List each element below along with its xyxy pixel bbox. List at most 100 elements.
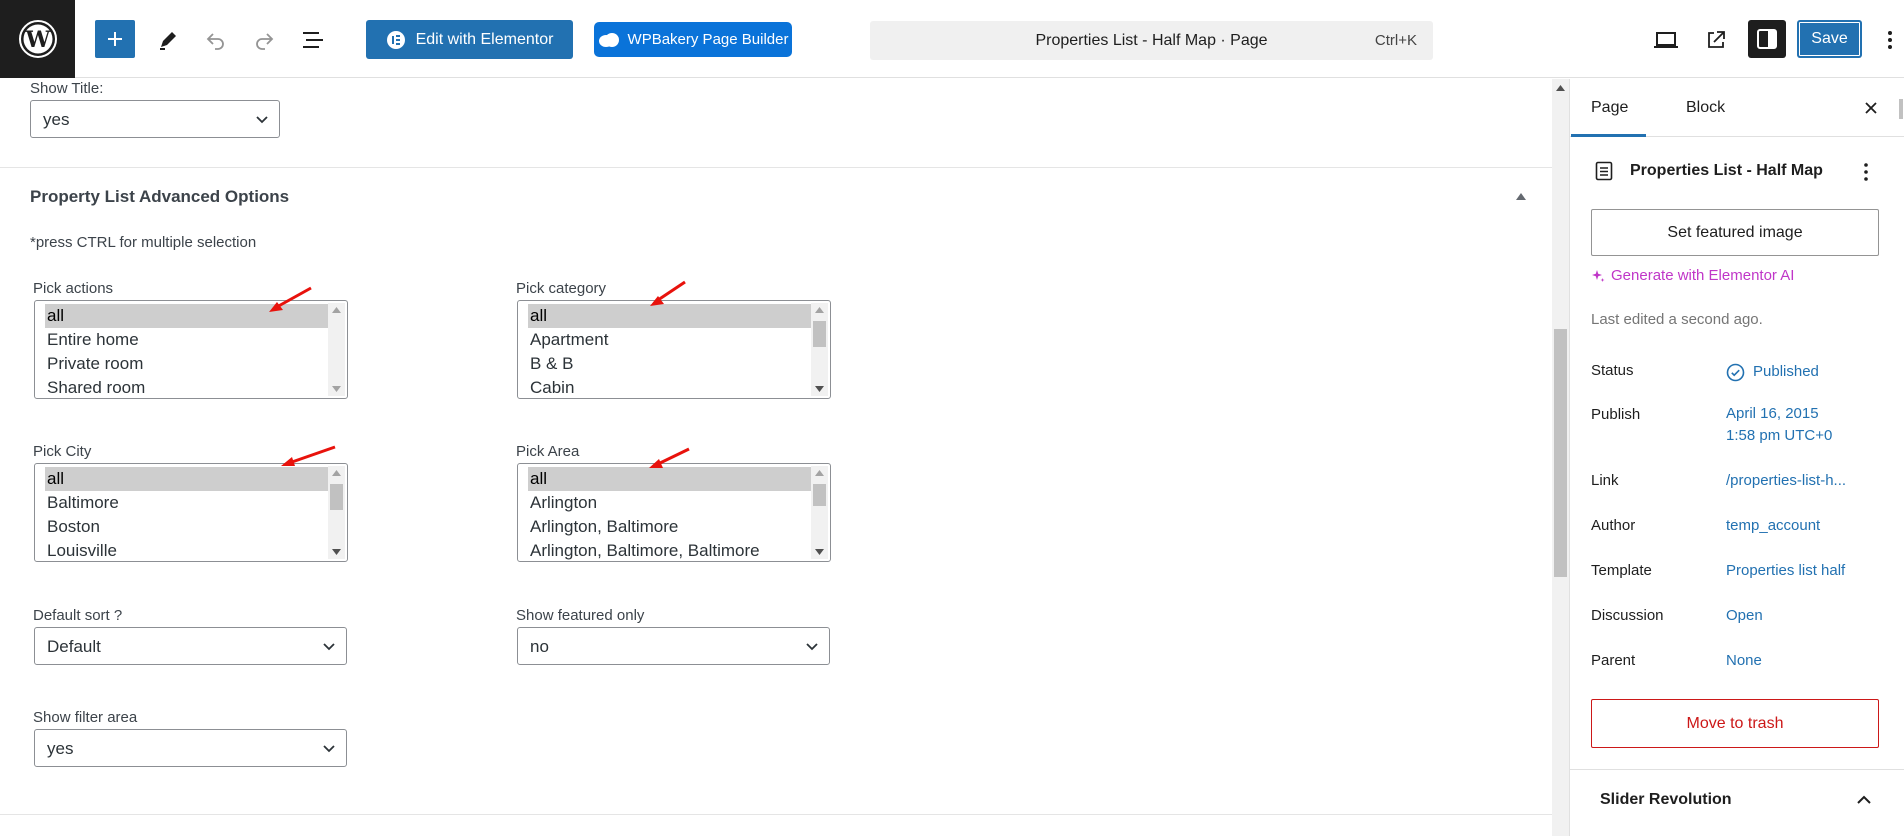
settings-sidebar-toggle[interactable] [1748, 20, 1786, 58]
listbox-option[interactable]: Arlington [528, 491, 814, 515]
parent-value[interactable]: None [1726, 650, 1762, 672]
show-featured-select[interactable]: no [517, 627, 830, 665]
close-sidebar-button[interactable] [1860, 97, 1882, 119]
parent-label: Parent [1591, 652, 1636, 669]
more-vertical-icon [1888, 31, 1892, 49]
listbox-option[interactable]: all [45, 467, 331, 491]
show-filter-select[interactable]: yes [34, 729, 347, 767]
more-vertical-icon[interactable] [1863, 162, 1869, 182]
multi-select-hint: *press CTRL for multiple selection [30, 234, 257, 251]
scroll-thumb[interactable] [330, 484, 343, 510]
chevron-down-icon [323, 745, 335, 753]
pick-area-label: Pick Area [516, 443, 580, 460]
scroll-thumb[interactable] [1554, 329, 1567, 577]
redo-button[interactable] [248, 24, 280, 56]
discussion-value[interactable]: Open [1726, 605, 1763, 627]
wpbakery-page-builder-button[interactable]: WPBakery Page Builder [594, 22, 792, 57]
scroll-down-icon [332, 549, 341, 555]
move-to-trash-button[interactable]: Move to trash [1591, 699, 1879, 748]
red-arrow-annotation [281, 445, 336, 466]
publish-label: Publish [1591, 406, 1641, 423]
canvas-scrollbar[interactable] [1552, 79, 1569, 836]
listbox-option[interactable]: Arlington, Baltimore [528, 515, 814, 539]
show-title-select[interactable]: yes [30, 100, 280, 138]
view-page-button[interactable] [1700, 24, 1732, 56]
slider-revolution-panel[interactable]: Slider Revolution [1570, 769, 1904, 836]
plus-icon [108, 32, 122, 46]
tab-block[interactable]: Block [1686, 99, 1725, 117]
listbox-option[interactable]: Shared room [45, 376, 331, 398]
listbox-option[interactable]: Baltimore [45, 491, 331, 515]
command-palette-bar[interactable]: Properties List - Half Map · Page Ctrl+K [870, 21, 1433, 60]
sidebar-tabs: Page Block [1570, 79, 1904, 137]
listbox-option[interactable]: Entire home [45, 328, 331, 352]
wordpress-icon: W [18, 20, 57, 58]
options-menu-button[interactable] [1880, 24, 1900, 56]
pick-city-listbox[interactable]: all Baltimore Boston Louisville [34, 463, 348, 562]
pick-category-listbox[interactable]: all Apartment B & B Cabin [517, 300, 831, 399]
editor-canvas: Show Title: yes Property List Advanced O… [0, 79, 1552, 836]
sidebar-scrollbar[interactable] [1899, 99, 1903, 119]
document-title: Properties List - Half Map · Page [1035, 32, 1268, 49]
generate-ai-link[interactable]: Generate with Elementor AI [1591, 267, 1794, 284]
undo-button[interactable] [200, 24, 232, 56]
scroll-up-icon [815, 307, 824, 313]
scroll-thumb[interactable] [813, 484, 826, 506]
elementor-icon [386, 30, 405, 49]
link-label: Link [1591, 472, 1619, 489]
tools-button[interactable] [152, 24, 184, 56]
preview-device-button[interactable] [1650, 24, 1682, 56]
tab-page[interactable]: Page [1591, 99, 1628, 117]
pencil-icon [160, 32, 176, 50]
add-block-button[interactable] [95, 20, 135, 58]
default-sort-select[interactable]: Default [34, 627, 347, 665]
save-button[interactable]: Save [1797, 20, 1862, 58]
edit-with-elementor-button[interactable]: Edit with Elementor [366, 20, 573, 59]
pick-city-label: Pick City [33, 443, 92, 460]
red-arrow-annotation [269, 286, 312, 312]
chevron-down-icon [806, 643, 818, 651]
settings-sidebar: Page Block Properties List - Half Map Se… [1569, 79, 1904, 836]
scroll-down-icon [815, 386, 824, 392]
sidebar-icon [1757, 29, 1777, 49]
listbox-option[interactable]: Cabin [528, 376, 814, 398]
page-document-icon [1595, 161, 1613, 181]
show-title-value: yes [43, 110, 70, 129]
template-label: Template [1591, 562, 1652, 579]
collapse-triangle-icon[interactable] [1515, 191, 1527, 201]
publish-date-value[interactable]: April 16, 2015 1:58 pm UTC+0 [1726, 403, 1832, 447]
list-view-icon [303, 32, 323, 48]
listbox-option[interactable]: Louisville [45, 539, 331, 561]
pick-area-listbox[interactable]: all Arlington Arlington, Baltimore Arlin… [517, 463, 831, 562]
listbox-option[interactable]: Arlington, Baltimore, Baltimore [528, 539, 814, 561]
cloud-icon [598, 32, 619, 47]
listbox-option[interactable]: Private room [45, 352, 331, 376]
wordpress-logo-button[interactable]: W [0, 0, 75, 78]
document-overview-button[interactable] [297, 24, 329, 56]
scroll-thumb[interactable] [813, 321, 826, 347]
template-value[interactable]: Properties list half [1726, 560, 1845, 582]
editor-top-bar: W Edit with Elementor WPBakery Page Buil… [0, 0, 1904, 78]
page-title: Properties List - Half Map [1630, 162, 1823, 179]
listbox-option[interactable]: Apartment [528, 328, 814, 352]
listbox-scrollbar[interactable] [328, 466, 345, 559]
status-text: Published [1753, 363, 1819, 380]
published-check-icon [1726, 363, 1745, 381]
status-value[interactable]: Published [1726, 361, 1819, 383]
chevron-up-icon [1857, 795, 1871, 804]
link-value[interactable]: /properties-list-h... [1726, 470, 1846, 492]
generate-ai-label: Generate with Elementor AI [1611, 267, 1795, 284]
svg-text:W: W [24, 27, 50, 53]
listbox-option[interactable]: B & B [528, 352, 814, 376]
set-featured-image-button[interactable]: Set featured image [1591, 209, 1879, 256]
scroll-up-icon [1556, 85, 1565, 91]
show-featured-label: Show featured only [516, 607, 645, 624]
scroll-down-icon [332, 386, 341, 392]
wpbakery-label: WPBakery Page Builder [627, 31, 789, 48]
listbox-scrollbar[interactable] [811, 303, 828, 396]
external-link-icon [1708, 31, 1725, 48]
author-value[interactable]: temp_account [1726, 515, 1820, 537]
listbox-option[interactable]: Boston [45, 515, 331, 539]
listbox-scrollbar[interactable] [328, 303, 345, 396]
listbox-scrollbar[interactable] [811, 466, 828, 559]
